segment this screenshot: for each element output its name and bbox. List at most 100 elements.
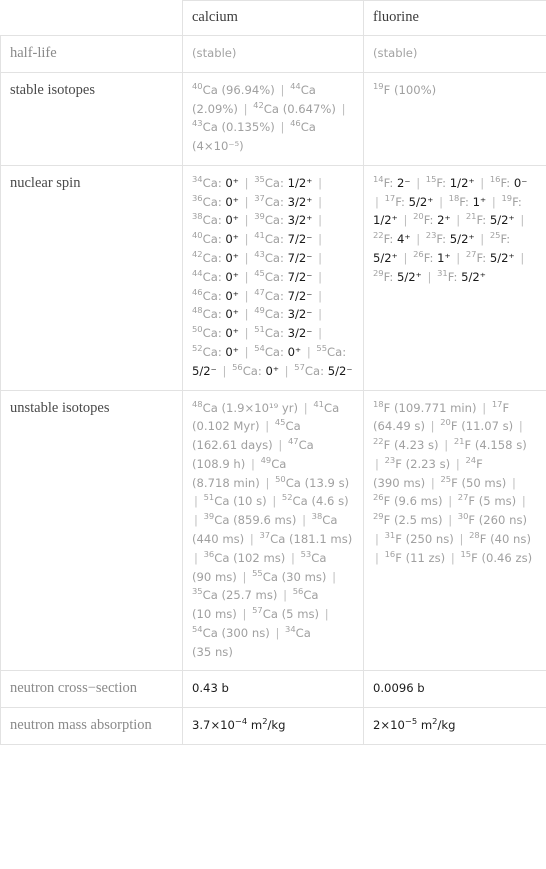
mass-number: 31 (437, 267, 448, 278)
isotope-value: 5/2⁻ (192, 363, 217, 378)
mass-number: 49 (254, 305, 265, 316)
table-row: half-life (stable) (stable) (0, 35, 546, 73)
isotope-value: (96.94%) (221, 82, 275, 97)
isotope-label: 23F: (425, 230, 447, 247)
mass-number: 28 (469, 530, 480, 541)
mass-number: 47 (287, 436, 299, 447)
cell-fluorine-neutron-mass-absorption: 2×10−5 m2/kg (363, 707, 546, 745)
isotope-value: 2⁻ (397, 175, 411, 190)
item-separator: | (332, 569, 337, 584)
table-row: neutron cross−section 0.43 b 0.0096 b (0, 670, 546, 709)
mass-number: 47 (254, 286, 265, 297)
isotope-list: 19F (100%) (373, 81, 537, 100)
item-separator: | (272, 494, 277, 509)
isotope-value: (11 zs) (405, 550, 446, 565)
mass-number: 23 (384, 454, 396, 465)
isotope-label: 14F: (373, 174, 394, 190)
item-separator: | (265, 475, 270, 490)
isotope-value: 5/2⁻ (327, 363, 353, 378)
isotope-label: 52Ca: (192, 343, 222, 359)
item-separator: | (520, 251, 525, 266)
mass-number: 56 (232, 361, 243, 372)
isotope-value: (35 ns) (192, 644, 233, 659)
cell-fluorine-unstable-isotopes: 18F (109.771 min) | 17F (64.49 s) | 20F … (363, 389, 546, 672)
isotope-value: (109.771 min) (393, 400, 477, 415)
mass-number: 50 (192, 324, 203, 335)
table-row: unstable isotopes 48Ca (1.9×10¹⁹ yr) | 41… (0, 389, 546, 672)
isotope-label: 31F: (437, 267, 458, 284)
item-separator: | (480, 175, 485, 190)
isotope-label: 31F (384, 530, 402, 546)
isotope-label: 21F: (465, 211, 487, 228)
mass-number: 18 (373, 398, 384, 409)
isotope-value: (5 ms) (281, 607, 320, 622)
item-separator: | (324, 607, 329, 622)
item-separator: | (318, 288, 322, 303)
isotopes-property-table: calcium fluorine half-life (stable) (stable)… (0, 0, 546, 745)
mass-number: 52 (192, 343, 203, 354)
isotope-value: 4⁺ (397, 232, 411, 247)
item-separator: | (318, 251, 322, 266)
row-label-unstable-isotopes: unstable isotopes (0, 389, 183, 672)
item-separator: | (194, 494, 198, 509)
item-separator: | (244, 213, 249, 228)
mass-number: 44 (192, 267, 203, 278)
table-header-row: calcium fluorine (0, 0, 546, 36)
item-separator: | (520, 213, 525, 228)
item-separator: | (318, 213, 322, 228)
mass-number: 19 (501, 192, 513, 203)
isotope-label: 28F (469, 530, 487, 546)
item-separator: | (430, 419, 435, 434)
cell-calcium-unstable-isotopes: 48Ca (1.9×10¹⁹ yr) | 41Ca (0.102 Myr) | … (182, 389, 364, 672)
mass-number: 34 (192, 174, 203, 185)
isotope-value: 0⁺ (225, 326, 239, 341)
item-separator: | (250, 456, 255, 471)
row-label-half-life: half-life (0, 35, 183, 73)
isotope-value: (181.1 ms) (289, 531, 353, 546)
isotope-value: 5/2⁺ (489, 251, 515, 266)
cell-value: 0.43 b (192, 681, 229, 696)
isotope-label: 36Ca: (192, 192, 222, 209)
item-separator: | (249, 531, 254, 546)
isotope-value: 0⁺ (287, 344, 302, 359)
mass-number: 45 (274, 417, 286, 428)
cell-calcium-neutron-cross-section: 0.43 b (182, 670, 364, 709)
isotope-label: 40Ca: (192, 230, 222, 247)
cell-calcium-neutron-mass-absorption: 3.7×10−4 m2/kg (182, 707, 364, 745)
isotope-label: 25F (440, 473, 458, 490)
isotope-label: 49Ca (260, 454, 287, 471)
isotope-label: 54Ca: (254, 343, 284, 359)
isotope-label: 17F (491, 398, 510, 415)
item-separator: | (456, 251, 461, 266)
isotope-label: 38Ca: (192, 211, 222, 228)
item-separator: | (242, 569, 247, 584)
mass-number: 44 (290, 80, 301, 91)
mass-number: 14 (373, 174, 384, 185)
isotope-value: 0⁺ (225, 288, 239, 303)
mass-number: 51 (254, 324, 265, 335)
mass-number: 57 (294, 361, 305, 372)
item-separator: | (375, 194, 379, 209)
item-separator: | (222, 363, 227, 378)
mass-number: 41 (254, 230, 265, 241)
isotope-value: 7/2⁻ (287, 251, 313, 266)
mass-number: 15 (460, 548, 472, 559)
mass-number: 42 (253, 99, 264, 110)
isotope-value: (10 s) (233, 494, 267, 509)
isotope-label: 47Ca: (254, 286, 284, 303)
isotope-label: 39Ca (203, 511, 230, 528)
item-separator: | (306, 344, 311, 359)
isotope-value: 3/2⁺ (287, 213, 313, 228)
isotope-value: 1⁺ (437, 251, 451, 266)
isotope-value: (90 ms) (192, 569, 237, 584)
mass-number: 22 (373, 230, 384, 241)
mass-number: 20 (413, 211, 424, 222)
isotope-label: 48Ca (192, 398, 218, 415)
isotope-value: 5/2⁺ (461, 269, 486, 284)
item-separator: | (318, 307, 322, 322)
mass-number: 46 (192, 286, 203, 297)
isotope-label: 29F: (373, 267, 394, 284)
mass-number: 49 (260, 454, 272, 465)
isotope-value: (2.5 ms) (393, 513, 443, 528)
header-corner-blank (0, 0, 183, 36)
